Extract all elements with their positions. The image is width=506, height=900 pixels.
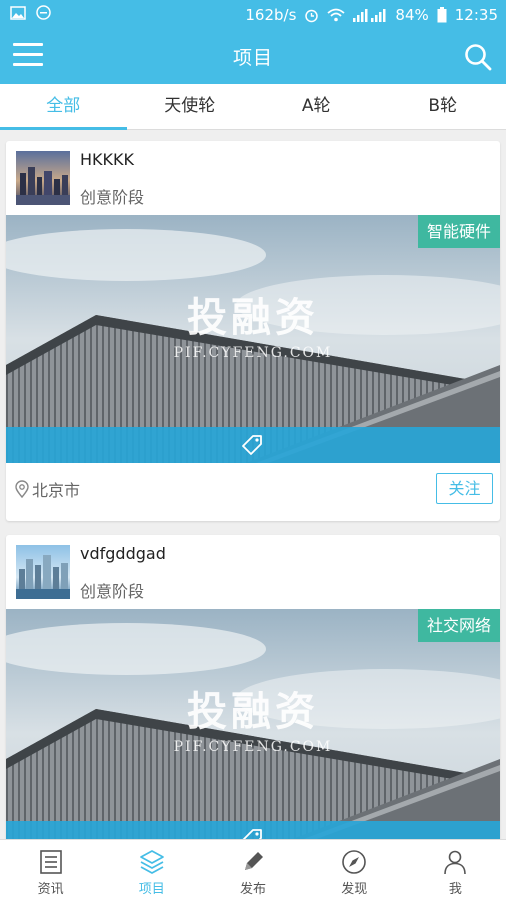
project-card[interactable]: HKKKK 创意阶段 投融资 PIF.CYFENG.COM 智能硬件 北京市 关… (6, 141, 500, 521)
person-icon (444, 850, 467, 875)
project-card[interactable]: vdfgddgad 创意阶段 投融资 PIF.CYFENG.COM 社交网络 (6, 535, 500, 839)
project-feed[interactable]: HKKKK 创意阶段 投融资 PIF.CYFENG.COM 智能硬件 北京市 关… (0, 131, 506, 839)
battery-text: 84% (395, 6, 429, 24)
nav-discover[interactable]: 发现 (304, 840, 405, 900)
image-icon (10, 5, 26, 20)
cover-watermark: 投融资 (187, 294, 319, 341)
follow-button[interactable]: 关注 (436, 473, 493, 504)
tag-band (6, 427, 500, 463)
tab-series-a[interactable]: A轮 (253, 84, 380, 129)
page-title: 项目 (232, 47, 273, 69)
round-tabs: 全部 天使轮 A轮 B轮 (0, 84, 506, 130)
signal-icon (353, 9, 386, 22)
tag-icon[interactable] (240, 827, 264, 839)
nav-news[interactable]: 资讯 (0, 840, 101, 900)
search-icon (465, 44, 492, 71)
cover-watermark: 投融资 (187, 688, 319, 735)
project-stage: 创意阶段 (80, 188, 145, 207)
compass-icon (342, 850, 367, 874)
tab-angel[interactable]: 天使轮 (127, 84, 254, 129)
top-bar: 162b/s 84% 12:35 项目 (0, 0, 506, 84)
tab-all[interactable]: 全部 (0, 84, 127, 130)
battery-icon (437, 7, 447, 23)
nav-me[interactable]: 我 (405, 840, 506, 900)
nav-projects-label: 项目 (138, 882, 165, 897)
tag-icon[interactable] (240, 433, 264, 457)
nav-projects[interactable]: 项目 (101, 840, 202, 900)
nav-publish-label: 发布 (240, 882, 267, 897)
category-badge: 智能硬件 (417, 215, 500, 248)
cover-watermark-url: PIF.CYFENG.COM (173, 345, 333, 361)
news-icon (39, 850, 62, 874)
tab-series-b[interactable]: B轮 (380, 84, 506, 129)
nav-discover-label: 发现 (341, 882, 368, 897)
layers-icon (139, 850, 164, 874)
wifi-icon (327, 8, 346, 22)
project-cover-image[interactable]: 投融资 PIF.CYFENG.COM 社交网络 (6, 609, 500, 839)
project-location: 北京市 (14, 477, 80, 501)
nav-me-label: 我 (448, 882, 462, 897)
emoji-icon (36, 5, 51, 20)
project-stage: 创意阶段 (80, 582, 145, 601)
project-avatar (16, 545, 70, 599)
bottom-navigation: 资讯 项目 发布 发现 我 (0, 839, 506, 900)
tag-band (6, 821, 500, 839)
nav-publish[interactable]: 发布 (202, 840, 303, 900)
status-bar: 162b/s 84% 12:35 (0, 0, 506, 30)
clock: 12:35 (454, 6, 498, 24)
network-speed: 162b/s (245, 6, 297, 24)
app-header: 项目 (0, 30, 506, 84)
alarm-icon (305, 9, 319, 22)
nav-news-label: 资讯 (37, 882, 64, 897)
pencil-icon (245, 852, 263, 870)
search-button[interactable] (463, 42, 493, 72)
project-avatar (16, 151, 70, 205)
project-name[interactable]: HKKKK (80, 150, 134, 169)
project-name[interactable]: vdfgddgad (80, 544, 166, 563)
cover-watermark-url: PIF.CYFENG.COM (173, 739, 333, 755)
project-cover-image[interactable]: 投融资 PIF.CYFENG.COM 智能硬件 (6, 215, 500, 463)
location-pin-icon (15, 480, 29, 498)
category-badge: 社交网络 (417, 609, 500, 642)
location-text: 北京市 (32, 481, 81, 500)
